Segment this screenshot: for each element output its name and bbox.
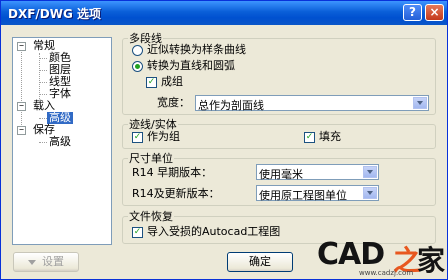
collapse-icon[interactable]: − [17,126,26,135]
help-icon[interactable]: ? [403,4,422,21]
tree-root-line [21,47,22,131]
ok-button[interactable]: 确定 [227,252,293,272]
width-select[interactable]: 总作为剖面线 [195,95,429,112]
chevron-down-icon[interactable] [413,97,427,109]
fill-checkbox-box[interactable]: ✓ [304,131,315,143]
group-checkbox[interactable]: ✓ 成组 [146,75,183,89]
group-checkbox-box[interactable]: ✓ [146,76,157,88]
r14-early-select-value: 使用毫米 [259,168,303,181]
radio-lines-arcs-button[interactable] [132,60,143,72]
chevron-down-icon[interactable] [363,187,377,199]
radio-spline[interactable]: 近似转换为样条曲线 [132,43,246,57]
import-damaged-checkbox-box[interactable]: ✓ [132,226,143,238]
options-tree[interactable]: − 常规 颜色 图层 线型 字体 − 载入 高级 − 保存 高级 [12,37,112,245]
title-bar[interactable]: DXF/DWG 选项 ? × [1,1,447,25]
settings-button[interactable]: 设置 [13,252,79,272]
fill-checkbox[interactable]: ✓ 填充 [304,130,341,144]
cadzj-watermark-logo: CAD 之 家 www.cadzj.com [317,237,446,277]
dimension-units-legend: 尺寸单位 [129,152,173,165]
import-damaged-checkbox[interactable]: ✓ 导入受损的Autocad工程图 [132,225,280,239]
tree-branch-line [39,53,40,99]
as-group-checkbox-box[interactable]: ✓ [132,131,143,143]
file-recovery-legend: 文件恢复 [129,210,173,223]
r14-later-select[interactable]: 使用原工程图单位 [256,185,379,202]
width-label: 宽度： [157,96,190,109]
window-title: DXF/DWG 选项 [8,7,102,21]
chevron-down-icon [28,259,36,265]
tree-item-save-advanced[interactable]: 高级 [49,136,71,148]
radio-lines-arcs[interactable]: 转换为直线和圆弧 [132,59,235,73]
collapse-icon[interactable]: − [17,42,26,51]
collapse-icon[interactable]: − [17,102,26,111]
close-icon[interactable]: × [425,4,444,21]
r14-early-select[interactable]: 使用毫米 [256,164,379,181]
r14-later-label: R14及更新版本： [132,187,220,200]
dxf-dwg-options-dialog: DXF/DWG 选项 ? × − 常规 颜色 图层 线型 字体 − 载入 高级 … [0,0,448,280]
chevron-down-icon[interactable] [363,166,377,178]
as-group-checkbox[interactable]: ✓ 作为组 [132,130,180,144]
r14-early-label: R14 早期版本： [132,166,213,179]
radio-spline-button[interactable] [132,44,143,56]
width-select-value: 总作为剖面线 [198,99,264,112]
r14-later-select-value: 使用原工程图单位 [259,189,347,202]
